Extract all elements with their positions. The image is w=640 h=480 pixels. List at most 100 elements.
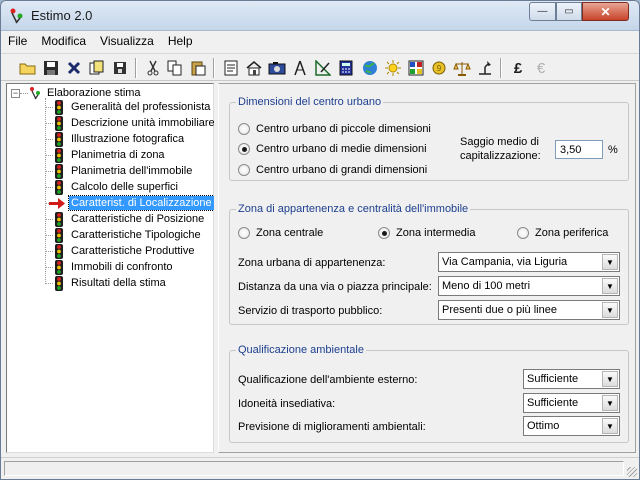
pound-icon[interactable]: £ bbox=[508, 58, 528, 78]
app-logo-icon bbox=[10, 8, 23, 24]
chevron-down-icon[interactable]: ▼ bbox=[602, 371, 618, 387]
tree-root-label: Elaborazione stima bbox=[47, 87, 141, 99]
report-icon[interactable] bbox=[221, 58, 241, 78]
tree-item[interactable]: Caratteristiche Produttive bbox=[45, 243, 197, 259]
chevron-down-icon[interactable]: ▼ bbox=[602, 254, 618, 270]
radio-dot[interactable] bbox=[238, 123, 250, 135]
sun-icon[interactable] bbox=[383, 58, 403, 78]
radio-dot[interactable] bbox=[238, 164, 250, 176]
idoneita-select[interactable]: Sufficiente ▼ bbox=[523, 393, 620, 413]
delete-icon[interactable] bbox=[64, 58, 84, 78]
copy-doc-icon[interactable] bbox=[87, 58, 107, 78]
chevron-down-icon[interactable]: ▼ bbox=[602, 278, 618, 294]
calculator-icon[interactable] bbox=[336, 58, 356, 78]
building-grid-icon[interactable] bbox=[406, 58, 426, 78]
chevron-down-icon[interactable]: ▼ bbox=[602, 395, 618, 411]
radio-zona-intermedia[interactable]: Zona intermedia bbox=[378, 227, 476, 239]
chevron-down-icon[interactable]: ▼ bbox=[602, 302, 618, 318]
tree-root[interactable]: − Elaborazione stima bbox=[11, 86, 141, 100]
zona-urbana-label: Zona urbana di appartenenza: bbox=[238, 257, 386, 269]
coins-icon[interactable]: 9 bbox=[429, 58, 449, 78]
globe-icon[interactable] bbox=[360, 58, 380, 78]
tree-connector bbox=[45, 266, 53, 268]
group-legend: Dimensioni del centro urbano bbox=[236, 96, 384, 108]
collapse-icon[interactable]: − bbox=[11, 88, 20, 98]
minimize-icon: — bbox=[537, 6, 548, 17]
tree-item-label: Calcolo delle superfici bbox=[71, 181, 178, 193]
open-folder-icon[interactable] bbox=[18, 58, 38, 78]
tree-connector bbox=[45, 138, 53, 140]
tree-item-label: Caratteristiche di Posizione bbox=[71, 213, 205, 225]
save-as-icon[interactable] bbox=[110, 58, 130, 78]
tree-item[interactable]: Risultati della stima bbox=[45, 275, 168, 291]
status-bar bbox=[1, 457, 639, 479]
menu-file[interactable]: File bbox=[1, 32, 34, 51]
tree-item-label: Risultati della stima bbox=[71, 277, 166, 289]
distanza-select[interactable]: Meno di 100 metri ▼ bbox=[438, 276, 620, 296]
cut-icon[interactable] bbox=[143, 58, 163, 78]
maximize-button[interactable]: ▭ bbox=[556, 2, 582, 21]
scales-icon[interactable] bbox=[452, 58, 472, 78]
tree-item[interactable]: Immobili di confronto bbox=[45, 259, 175, 275]
title-bar[interactable]: Estimo 2.0 — ▭ ✕ bbox=[1, 1, 639, 31]
tree-item[interactable]: Illustrazione fotografica bbox=[45, 131, 186, 147]
miglioramenti-value: Ottimo bbox=[527, 420, 560, 432]
radio-medium-center[interactable]: Centro urbano di medie dimensioni bbox=[238, 143, 427, 155]
tree-item[interactable]: Planimetria di zona bbox=[45, 147, 167, 163]
window-title: Estimo 2.0 bbox=[31, 8, 93, 23]
menu-modifica[interactable]: Modifica bbox=[34, 32, 93, 51]
saggio-input[interactable]: 3,50 bbox=[555, 140, 603, 159]
radio-zona-periferica[interactable]: Zona periferica bbox=[517, 227, 608, 239]
house-icon[interactable] bbox=[244, 58, 264, 78]
radio-small-center[interactable]: Centro urbano di piccole dimensioni bbox=[238, 123, 431, 135]
tree-item[interactable]: Caratteristiche di Posizione bbox=[45, 211, 206, 227]
radio-zona-centrale[interactable]: Zona centrale bbox=[238, 227, 323, 239]
tree-item-label: Illustrazione fotografica bbox=[71, 133, 185, 145]
ambiente-esterno-select[interactable]: Sufficiente ▼ bbox=[523, 369, 620, 389]
maximize-icon: ▭ bbox=[564, 6, 574, 17]
arrow-right-icon bbox=[49, 197, 65, 209]
radio-large-center[interactable]: Centro urbano di grandi dimensioni bbox=[238, 164, 427, 176]
radio-dot[interactable] bbox=[238, 227, 250, 239]
save-icon[interactable] bbox=[41, 58, 61, 78]
traffic-light-icon bbox=[55, 259, 63, 275]
radio-dot[interactable] bbox=[238, 143, 250, 155]
lamp-icon[interactable] bbox=[475, 58, 495, 78]
menu-help[interactable]: Help bbox=[161, 32, 200, 51]
traffic-light-icon bbox=[55, 147, 63, 163]
tree-item[interactable]: Calcolo delle superfici bbox=[45, 179, 180, 195]
close-button[interactable]: ✕ bbox=[582, 2, 629, 21]
menu-bar: File Modifica Visualizza Help bbox=[1, 32, 639, 51]
miglioramenti-select[interactable]: Ottimo ▼ bbox=[523, 416, 620, 436]
zona-urbana-select[interactable]: Via Campania, via Liguria ▼ bbox=[438, 252, 620, 272]
tree-item[interactable]: Planimetria dell'immobile bbox=[45, 163, 194, 179]
tree-connector bbox=[45, 106, 53, 108]
chevron-down-icon[interactable]: ▼ bbox=[602, 418, 618, 434]
drafting-icon[interactable] bbox=[313, 58, 333, 78]
euro-icon[interactable]: € bbox=[531, 58, 551, 78]
menu-visualizza[interactable]: Visualizza bbox=[93, 32, 161, 51]
percent-unit: % bbox=[608, 144, 618, 156]
compass-icon[interactable] bbox=[290, 58, 310, 78]
tree-item[interactable]: Generalità del professionista bbox=[45, 99, 212, 115]
copy-icon[interactable] bbox=[165, 58, 185, 78]
paste-icon[interactable] bbox=[188, 58, 208, 78]
toolbar-separator bbox=[135, 58, 137, 78]
details-panel: Dimensioni del centro urbano Centro urba… bbox=[218, 83, 636, 453]
radio-dot[interactable] bbox=[517, 227, 529, 239]
tree-item[interactable]: Caratteristiche Tipologiche bbox=[45, 227, 203, 243]
traffic-light-icon bbox=[55, 115, 63, 131]
minimize-button[interactable]: — bbox=[529, 2, 556, 21]
resize-grip-icon[interactable] bbox=[627, 467, 637, 477]
svg-text:9: 9 bbox=[437, 64, 442, 73]
tree-item-label: Caratterist. di Localizzazione bbox=[68, 195, 215, 211]
traffic-light-icon bbox=[55, 243, 63, 259]
radio-dot[interactable] bbox=[378, 227, 390, 239]
tree-item[interactable]: Caratterist. di Localizzazione bbox=[45, 195, 215, 211]
tree-connector bbox=[45, 186, 53, 188]
tree-item[interactable]: Descrizione unità immobiliare bbox=[45, 115, 217, 131]
tree-connector bbox=[45, 170, 53, 172]
trasporto-select[interactable]: Presenti due o più linee ▼ bbox=[438, 300, 620, 320]
app-window: Estimo 2.0 — ▭ ✕ File Modifica Visualizz… bbox=[0, 0, 640, 480]
camera-icon[interactable] bbox=[267, 58, 287, 78]
